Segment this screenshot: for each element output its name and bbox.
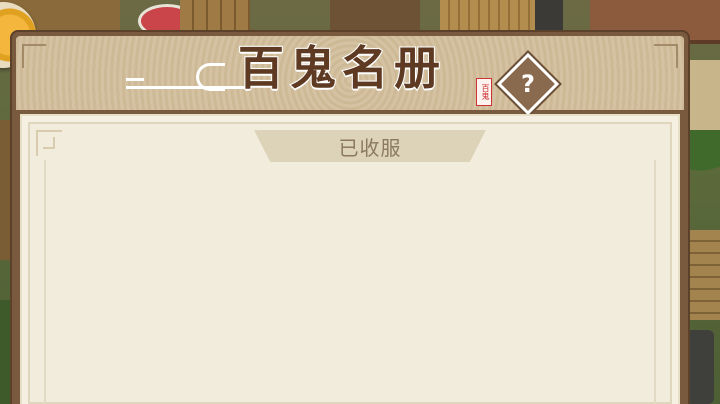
header-corner-ornament-left (22, 44, 46, 68)
help-button[interactable]: ? (496, 52, 560, 116)
building-right-bottom (686, 330, 714, 404)
game-screen: 百鬼名册 百鬼 ? 已收服 (0, 0, 720, 404)
panel-header: 百鬼名册 百鬼 ? (16, 36, 684, 116)
ghost-roster-panel: 百鬼名册 百鬼 ? 已收服 (12, 32, 688, 404)
shop-sign (535, 0, 563, 34)
header-corner-ornament-right (654, 44, 678, 68)
panel-title: 百鬼名册 (237, 40, 446, 96)
red-seal-stamp: 百鬼 (476, 78, 492, 106)
building-right-middle (686, 230, 720, 320)
market-stall (330, 0, 420, 34)
building-right-top (683, 60, 720, 130)
cloud-ornament-icon (126, 63, 250, 99)
rooftop-middle (440, 0, 550, 34)
body-corner-ornament (36, 130, 62, 156)
content-area (44, 160, 656, 404)
question-mark-icon: ? (521, 70, 535, 98)
tab-captured: 已收服 (254, 130, 486, 162)
panel-body: 已收服 (20, 114, 680, 404)
crates-prop (180, 0, 250, 34)
